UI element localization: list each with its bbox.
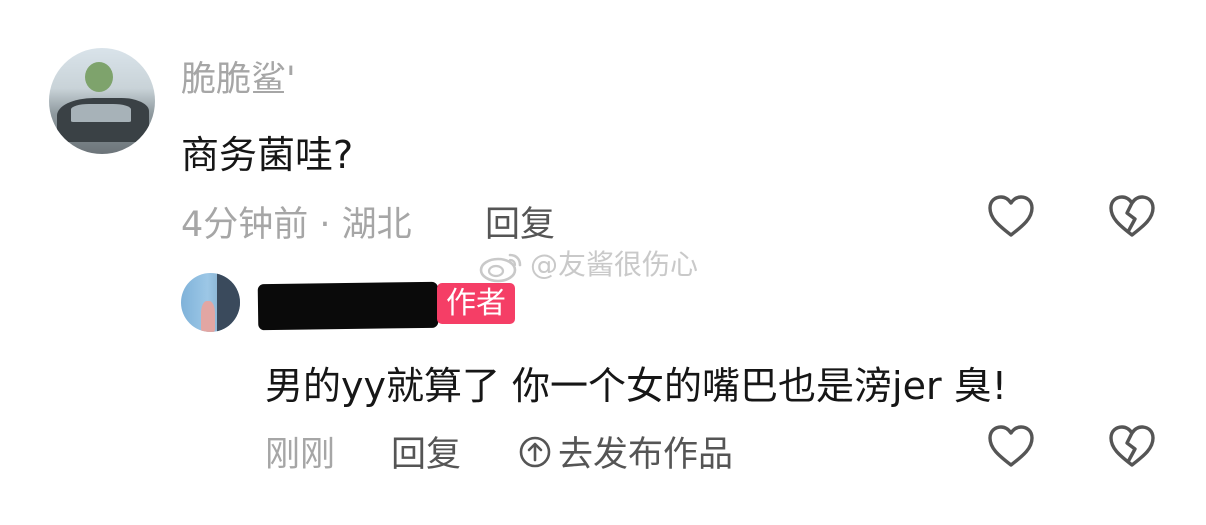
comment-reply-button[interactable]: 回复 (485, 196, 555, 247)
redacted-username (257, 281, 439, 331)
comment-dislike-button[interactable] (1107, 192, 1157, 242)
comment-thread: 脆脆鲨' 商务菌哇? 4分钟前 · 湖北 回复 @友酱很伤心 作者 男的yy就算… (0, 0, 1206, 525)
reply-dislike-button[interactable] (1107, 422, 1157, 472)
comment-text: 商务菌哇? (181, 133, 354, 177)
reply-reply-button[interactable]: 回复 (391, 426, 461, 477)
reply-like-button[interactable] (986, 422, 1036, 472)
comment-like-button[interactable] (986, 192, 1036, 242)
broken-heart-icon (1109, 195, 1155, 237)
comment-time-location: 4分钟前 · 湖北 (181, 205, 412, 245)
publish-work-label: 去发布作品 (558, 435, 734, 475)
heart-outline-icon (988, 195, 1034, 237)
author-badge: 作者 (437, 283, 515, 324)
heart-outline-icon (988, 425, 1034, 467)
replier-avatar[interactable] (181, 273, 240, 332)
watermark-text: @友酱很伤心 (530, 248, 699, 281)
weibo-logo-icon (478, 249, 524, 283)
commenter-username[interactable]: 脆脆鲨' (181, 51, 296, 102)
reply-text: 男的yy就算了 你一个女的嘴巴也是滂jer 臭! (265, 364, 1007, 408)
avatar-photo-car-window (71, 104, 131, 122)
commenter-avatar[interactable] (49, 48, 155, 154)
weibo-watermark: @友酱很伤心 (478, 243, 698, 283)
broken-heart-icon (1109, 425, 1155, 467)
reply-time: 刚刚 (265, 435, 336, 475)
avatar-photo-window (217, 273, 240, 332)
avatar-photo-figure (201, 301, 215, 332)
publish-work-button[interactable]: 去发布作品 (518, 426, 733, 477)
avatar-photo-tree (85, 62, 113, 92)
arrow-up-circle-icon (518, 435, 552, 469)
